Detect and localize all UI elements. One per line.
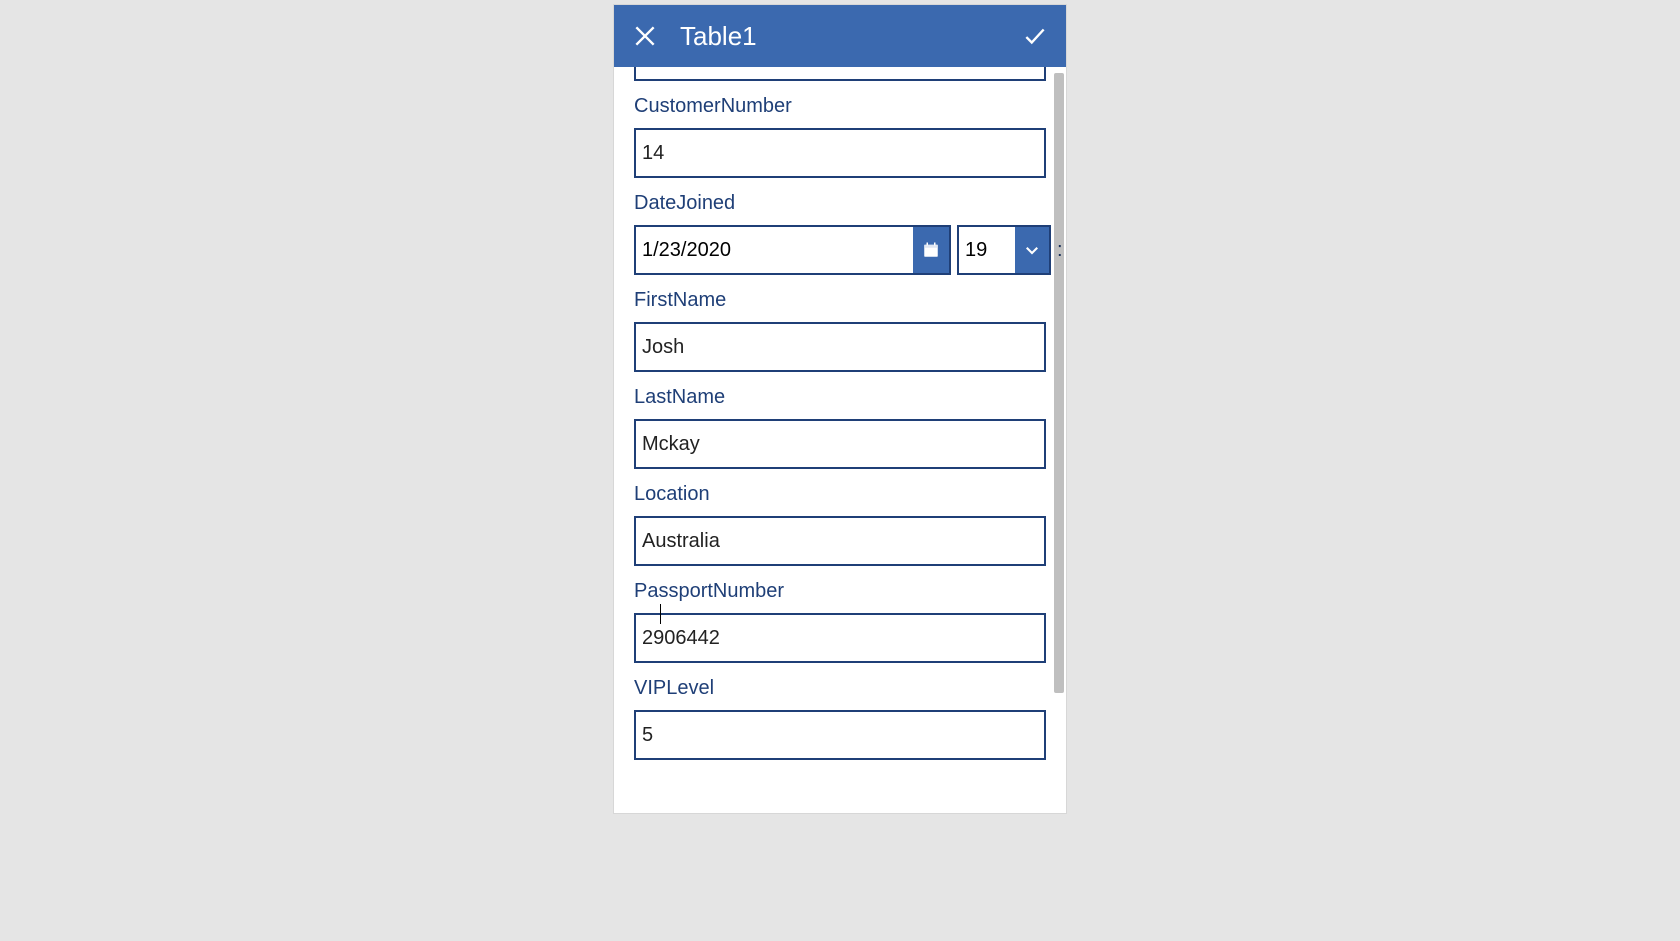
scrollbar-thumb[interactable] [1054,73,1064,693]
date-joined-label: DateJoined [634,192,1046,215]
field-vip-level: VIPLevel [634,677,1046,760]
last-name-label: LastName [634,386,1046,409]
form-scroll-area[interactable]: CustomerNumber DateJoined [614,67,1066,813]
hour-dropdown[interactable] [957,225,1051,275]
passport-number-label: PassportNumber [634,580,1046,603]
passport-number-input[interactable] [634,613,1046,663]
close-button[interactable] [628,19,662,53]
date-input[interactable] [636,227,913,273]
field-last-name: LastName [634,386,1046,469]
field-location: Location [634,483,1046,566]
accept-button[interactable] [1018,19,1052,53]
field-customer-number: CustomerNumber [634,95,1046,178]
date-time-row: : [634,225,1046,275]
field-truncated-top [634,67,1046,81]
app-frame: Table1 CustomerNumber DateJoined [614,5,1066,813]
hour-input[interactable] [959,227,1015,273]
location-label: Location [634,483,1046,506]
page-title: Table1 [680,21,1000,52]
field-first-name: FirstName [634,289,1046,372]
checkmark-icon [1022,23,1048,49]
close-icon [632,23,658,49]
calendar-button[interactable] [913,227,949,273]
hour-chevron-button[interactable] [1015,227,1049,273]
calendar-icon [922,241,940,259]
vip-level-label: VIPLevel [634,677,1046,700]
customer-number-input[interactable] [634,128,1046,178]
customer-number-label: CustomerNumber [634,95,1046,118]
first-name-input[interactable] [634,322,1046,372]
vertical-scrollbar[interactable] [1052,67,1066,813]
form-body: CustomerNumber DateJoined [614,67,1066,770]
location-input[interactable] [634,516,1046,566]
date-picker[interactable] [634,225,951,275]
chevron-down-icon [1023,241,1041,259]
first-name-label: FirstName [634,289,1046,312]
title-bar: Table1 [614,5,1066,67]
field-date-joined: DateJoined [634,192,1046,275]
last-name-input[interactable] [634,419,1046,469]
vip-level-input[interactable] [634,710,1046,760]
truncated-top-input[interactable] [634,67,1046,81]
field-passport-number: PassportNumber [634,580,1046,663]
text-cursor [660,604,661,624]
